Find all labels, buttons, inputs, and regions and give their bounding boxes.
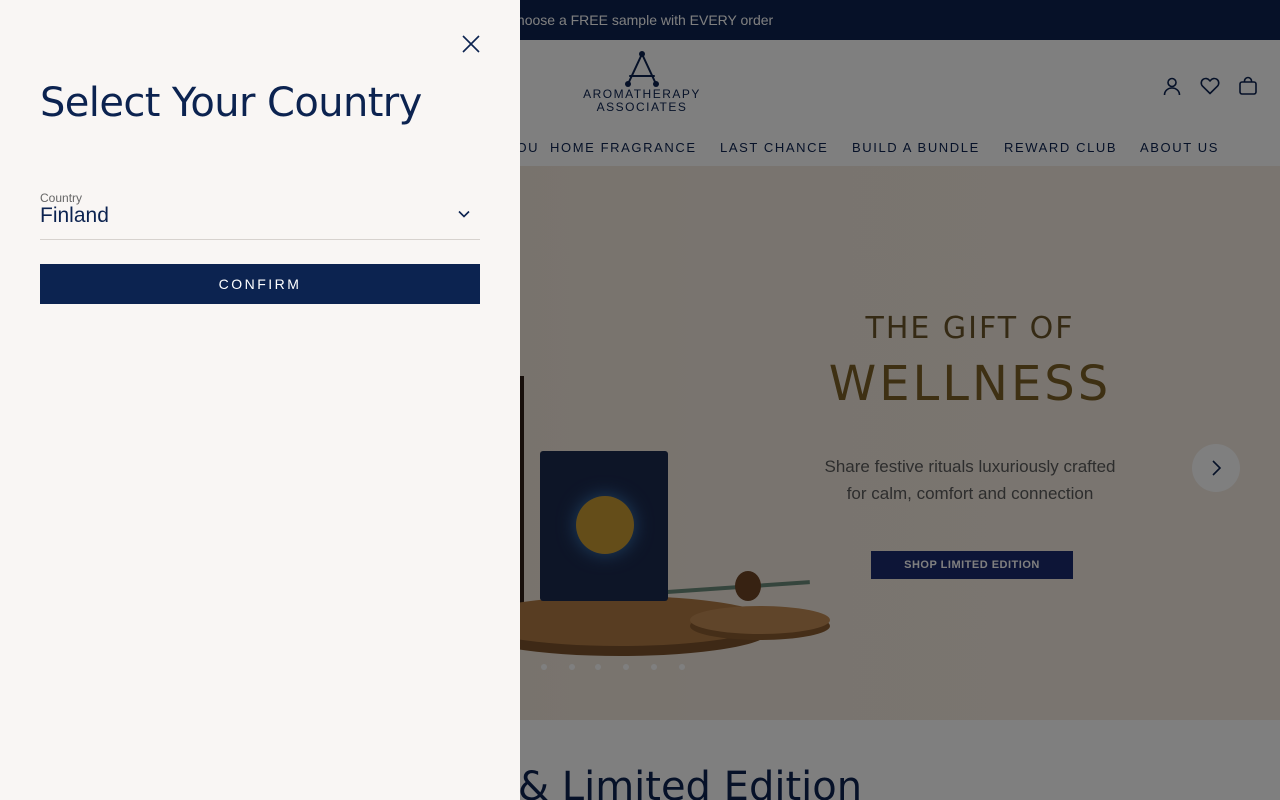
country-select[interactable]: Country Finland <box>40 190 480 240</box>
country-selector-drawer: Select Your Country Country Finland CONF… <box>0 0 520 800</box>
country-selected-value: Finland <box>40 204 109 227</box>
drawer-title: Select Your Country <box>40 80 422 126</box>
chevron-down-icon <box>458 210 470 218</box>
close-icon <box>462 35 480 53</box>
country-field-label: Country <box>40 191 83 205</box>
close-button[interactable] <box>461 34 481 54</box>
confirm-button[interactable]: CONFIRM <box>40 264 480 304</box>
